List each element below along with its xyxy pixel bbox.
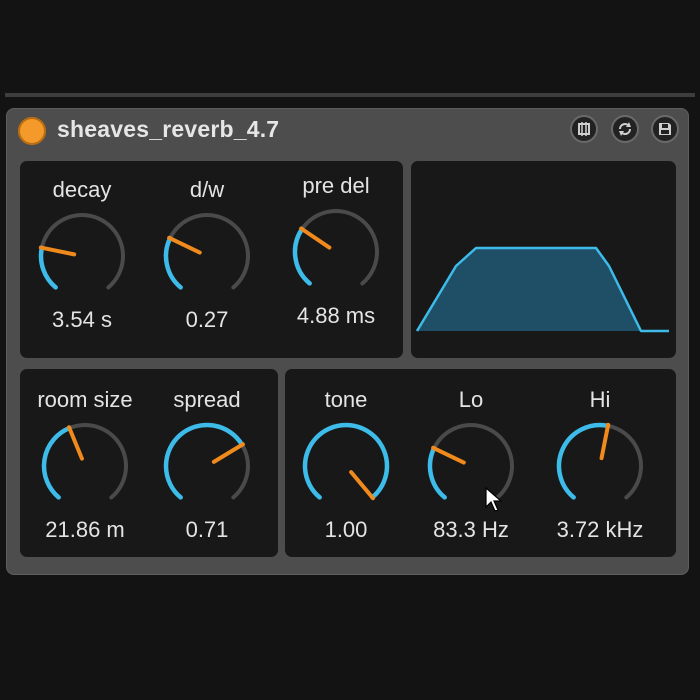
knob-dial[interactable]: [38, 419, 132, 513]
knob-value: 3.54 s: [52, 307, 112, 332]
knob-value-arc: [163, 236, 183, 290]
knob-pointer: [211, 442, 245, 464]
knob-pointer: [349, 470, 375, 501]
knob-track: [293, 209, 379, 286]
knob-value: 83.3 Hz: [433, 517, 509, 542]
knob-value-arc: [41, 425, 72, 500]
knob-label: tone: [324, 387, 368, 412]
envelope-graph: [415, 246, 669, 333]
knob-value-arc: [427, 446, 447, 500]
knob-value-arc: [302, 422, 390, 500]
knob-pointer: [38, 245, 77, 257]
knob-pointer: [167, 235, 202, 255]
knob-label: Lo: [458, 387, 484, 412]
knob-dial[interactable]: [424, 419, 518, 513]
panel-envelope-graph: [411, 161, 676, 358]
knob-tone[interactable]: tone 1.00: [276, 379, 416, 559]
panel-eq: tone 1.00 Lo 83.3 Hz Hi 3.72 kHz: [285, 369, 676, 557]
save-icon[interactable]: [651, 115, 679, 143]
knob-pointer: [599, 422, 611, 461]
panel-space: room size 21.86 m spread 0.71: [20, 369, 278, 557]
knob-value: 3.72 kHz: [556, 517, 644, 542]
device-titlebar: sheaves_reverb_4.7: [7, 109, 688, 149]
knob-label: Hi: [589, 387, 611, 412]
mouse-cursor-icon: [485, 487, 503, 512]
knob-label: spread: [173, 387, 241, 412]
knob-label: d/w: [189, 177, 225, 202]
knob-dial[interactable]: [35, 209, 129, 303]
knob-value: 21.86 m: [45, 517, 125, 542]
knob-dw[interactable]: d/w 0.27: [137, 167, 277, 347]
knob-label: decay: [52, 177, 112, 202]
knob-pointer: [431, 445, 466, 465]
knob-pointer: [299, 226, 332, 250]
knob-track: [164, 213, 250, 290]
knob-lo[interactable]: Lo 83.3 Hz: [401, 379, 541, 559]
knob-dial[interactable]: [160, 209, 254, 303]
top-divider: [5, 93, 695, 97]
knob-hi[interactable]: Hi 3.72 kHz: [530, 379, 670, 559]
knob-value-arc: [163, 422, 245, 500]
refresh-icon[interactable]: [611, 115, 639, 143]
knob-value-arc: [556, 422, 611, 500]
knob-value: 4.88 ms: [296, 303, 376, 328]
knob-value: 0.71: [185, 517, 229, 542]
knob-value-arc: [38, 245, 58, 290]
device-panel: sheaves_reverb_4.7 decay 3.54 s d/w 0.27…: [6, 108, 689, 575]
knob-dial[interactable]: [160, 419, 254, 513]
knob-roomsize[interactable]: room size 21.86 m: [15, 379, 155, 559]
knob-value: 0.27: [185, 307, 229, 332]
hot-swap-icon[interactable]: [570, 115, 598, 143]
knob-dial[interactable]: [289, 205, 383, 299]
knob-label: pre del: [302, 173, 370, 198]
knob-dial[interactable]: [553, 419, 647, 513]
knob-value-arc: [292, 226, 312, 286]
knob-predel[interactable]: pre del 4.88 ms: [266, 167, 406, 347]
knob-pointer: [67, 425, 84, 461]
knob-spread[interactable]: spread 0.71: [137, 379, 277, 559]
knob-value: 1.00: [324, 517, 368, 542]
knob-dial[interactable]: [299, 419, 393, 513]
envelope-curve: [415, 246, 669, 333]
panel-reverb-main: decay 3.54 s d/w 0.27 pre del 4.88 ms: [20, 161, 403, 358]
device-title: sheaves_reverb_4.7: [57, 116, 280, 142]
knob-decay[interactable]: decay 3.54 s: [12, 167, 152, 347]
device-power-button[interactable]: [18, 117, 46, 145]
knob-label: room size: [37, 387, 133, 412]
